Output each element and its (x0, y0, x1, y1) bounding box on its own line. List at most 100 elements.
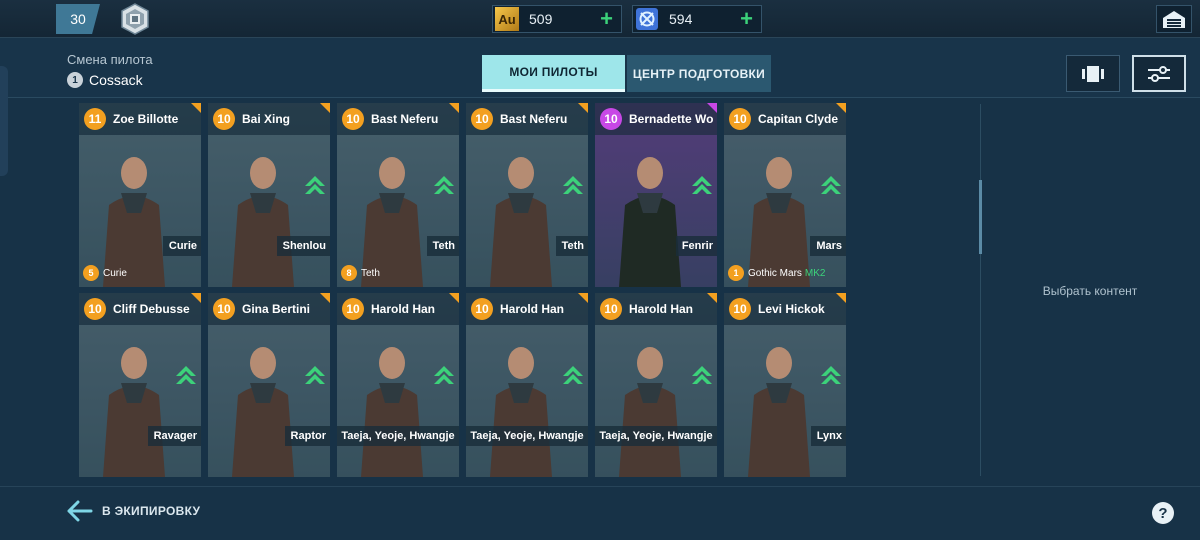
upgrade-arrow-icon (563, 176, 583, 194)
pilot-portrait (79, 325, 201, 477)
pilot-level-badge: 10 (213, 298, 235, 320)
upgrade-arrow-icon (305, 176, 325, 194)
upgrade-arrow-icon (176, 366, 196, 384)
add-gold-button[interactable]: + (600, 8, 613, 30)
pilot-portrait (724, 325, 846, 477)
pilot-card[interactable]: 11 Zoe Billotte Curie 5 Curie (79, 103, 201, 287)
help-button[interactable]: ? (1152, 502, 1174, 524)
pilot-name-bar: 10 Harold Han (466, 293, 588, 325)
silver-token-icon (635, 7, 659, 31)
pilot-portrait (466, 325, 588, 477)
pilot-name: Harold Han (629, 302, 694, 316)
rarity-corner (191, 293, 201, 303)
robot-name: Raptor (284, 426, 330, 446)
silver-amount: 594 (669, 11, 693, 27)
select-content-hint: Выбрать контент (1042, 284, 1138, 298)
pilot-portrait (595, 135, 717, 287)
rarity-corner (578, 103, 588, 113)
rarity-corner (320, 293, 330, 303)
upgrade-arrow-icon (821, 176, 841, 194)
pilot-name-bar: 10 Capitan Clyde (724, 103, 846, 135)
pilot-name: Harold Han (500, 302, 565, 316)
robot-mark: MK2 (804, 267, 826, 279)
pilot-name: Cliff Debusse (113, 302, 190, 316)
pilot-card[interactable]: 10 Bai Xing Shenlou (208, 103, 330, 287)
pilot-level-badge: 10 (600, 298, 622, 320)
scrollbar-thumb[interactable] (979, 180, 982, 254)
equipped-robot-tag: 5 Curie (83, 265, 127, 281)
arrow-left-icon (67, 500, 93, 522)
pilot-grid: 11 Zoe Billotte Curie 5 Curie 10 Bai Xing Shenl… (0, 98, 980, 485)
pilot-level-badge: 10 (729, 108, 751, 130)
pilot-portrait (595, 325, 717, 477)
pilot-card[interactable]: 10 Bast Neferu Teth (466, 103, 588, 287)
player-level-badge[interactable]: 30 (56, 4, 100, 34)
hangar-button[interactable] (1156, 5, 1192, 33)
change-pilot-label: Смена пилота (67, 52, 153, 67)
rarity-corner (836, 293, 846, 303)
gold-currency: Au 509 + (492, 5, 622, 33)
panel-divider (980, 104, 981, 476)
pilot-card[interactable]: 10 Bast Neferu Teth 8 Teth (337, 103, 459, 287)
rarity-corner (320, 103, 330, 113)
card-view-button[interactable] (1066, 55, 1120, 92)
current-pilot[interactable]: 1 Cossack (67, 72, 143, 88)
robot-name: Fenrir (675, 236, 717, 256)
top-bar: 30 Au 509 + 594 + (0, 0, 1200, 38)
robot-name: Taeja, Yeoje, Hwangje (337, 426, 459, 446)
rarity-corner (578, 293, 588, 303)
upgrade-arrow-icon (434, 176, 454, 194)
equipped-robot-name: Curie (103, 267, 127, 279)
filter-button[interactable] (1132, 55, 1186, 92)
pilot-count-badge: 1 (67, 72, 83, 88)
rank-emblem-icon[interactable] (118, 3, 152, 35)
equipped-robot-name: Teth (361, 267, 380, 279)
pilot-level-badge: 10 (729, 298, 751, 320)
robot-name: Taeja, Yeoje, Hwangje (466, 426, 588, 446)
gold-amount: 509 (529, 11, 553, 27)
equipped-robot-tag: 8 Teth (341, 265, 380, 281)
pilot-card[interactable]: 10 Capitan Clyde Mars 1 Gothic Mars MK2 (724, 103, 846, 287)
equipped-robot-tag: 1 Gothic Mars MK2 (728, 265, 825, 281)
robot-name: Teth (555, 236, 588, 256)
pilot-portrait (208, 325, 330, 477)
add-silver-button[interactable]: + (740, 8, 753, 30)
pilot-level-badge: 10 (471, 108, 493, 130)
pilot-card[interactable]: 10 Cliff Debusse Ravager (79, 293, 201, 477)
tab-training-center[interactable]: ЦЕНТР ПОДГОТОВКИ (627, 55, 771, 92)
pilot-level-badge: 10 (84, 298, 106, 320)
equipped-count: 1 (728, 265, 744, 281)
robot-name: Mars (810, 236, 846, 256)
upgrade-arrow-icon (434, 366, 454, 384)
pilot-name-bar: 10 Harold Han (337, 293, 459, 325)
pilot-name: Bast Neferu (500, 112, 568, 126)
pilot-portrait (337, 325, 459, 477)
pilot-name: Bai Xing (242, 112, 291, 126)
tab-my-pilots[interactable]: МОИ ПИЛОТЫ (482, 55, 625, 92)
pilot-name-bar: 10 Bernadette Wo (595, 103, 717, 135)
pilot-level-badge: 10 (213, 108, 235, 130)
upgrade-arrow-icon (821, 366, 841, 384)
robot-name: Taeja, Yeoje, Hwangje (595, 426, 717, 446)
pilot-card[interactable]: 10 Bernadette Wo Fenrir (595, 103, 717, 287)
pilot-name: Harold Han (371, 302, 436, 316)
pilot-card[interactable]: 10 Harold Han Taeja, Yeoje, Hwangje (466, 293, 588, 477)
pilot-card[interactable]: 10 Levi Hickok Lynx (724, 293, 846, 477)
robot-name: Curie (162, 236, 201, 256)
robot-name: Teth (426, 236, 459, 256)
pilot-level-badge: 11 (84, 108, 106, 130)
pilot-name: Gina Bertini (242, 302, 311, 316)
rarity-corner (836, 103, 846, 113)
equipped-count: 8 (341, 265, 357, 281)
pilot-card[interactable]: 10 Gina Bertini Raptor (208, 293, 330, 477)
rarity-corner (707, 103, 717, 113)
pilot-card[interactable]: 10 Harold Han Taeja, Yeoje, Hwangje (337, 293, 459, 477)
pilot-card[interactable]: 10 Harold Han Taeja, Yeoje, Hwangje (595, 293, 717, 477)
pilot-portrait (466, 135, 588, 287)
pilot-portrait (208, 135, 330, 287)
pilot-name: Bast Neferu (371, 112, 439, 126)
pilot-name: Capitan Clyde (758, 112, 839, 126)
back-to-equipment-button[interactable]: В ЭКИПИРОВКУ (67, 500, 200, 522)
gold-icon: Au (495, 7, 519, 31)
pilot-name-bar: 10 Harold Han (595, 293, 717, 325)
